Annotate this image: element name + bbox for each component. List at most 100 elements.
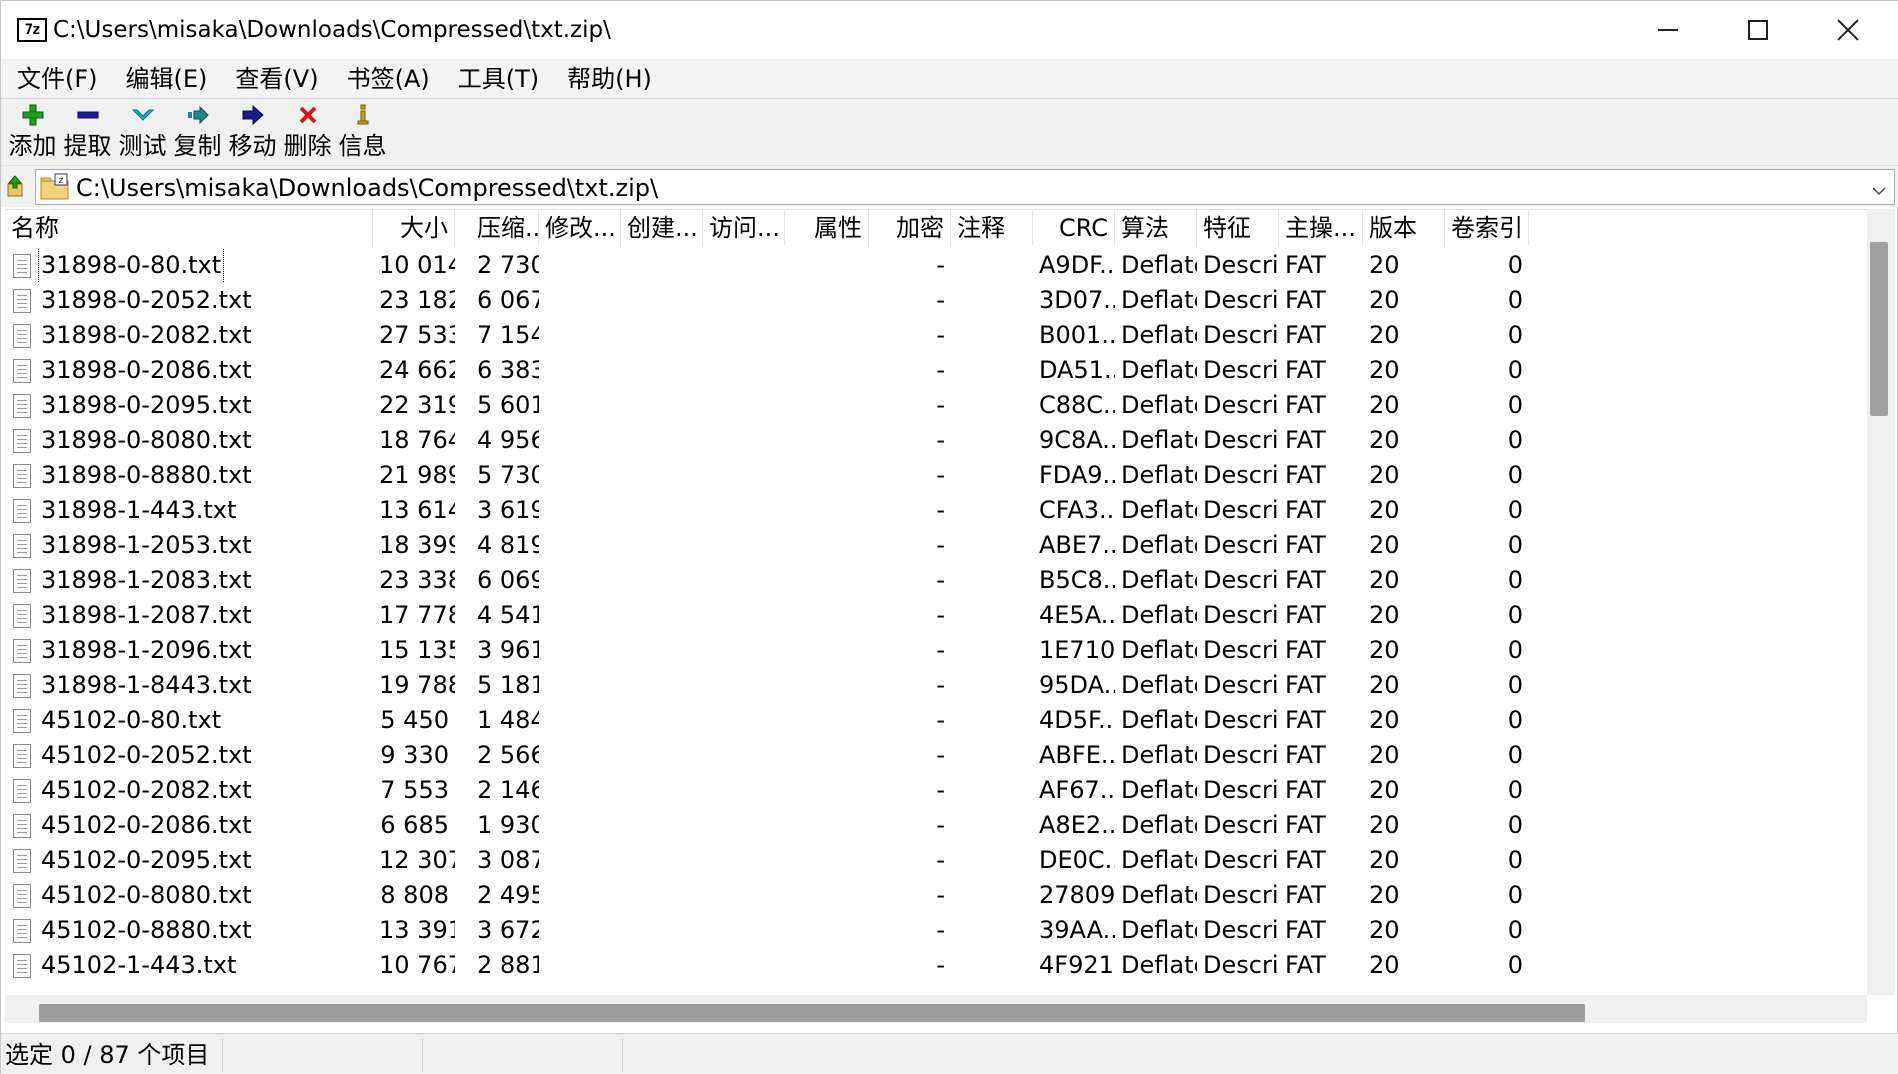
table-row[interactable]: 45102-0-8080.txt 8 808 2 495 - 27809...Defla… [5, 878, 1865, 913]
close-button[interactable] [1803, 1, 1893, 59]
minimize-button[interactable] [1623, 1, 1713, 59]
column-header-name[interactable]: 名称 [5, 210, 373, 246]
extract-button[interactable]: 提取 [60, 99, 115, 165]
table-row[interactable]: 45102-0-2086.txt 6 685 1 930 - A8E2...Deflat… [5, 808, 1865, 843]
menu-file[interactable]: 文件(F) [5, 61, 110, 97]
column-header-version[interactable]: 版本 [1363, 210, 1445, 246]
table-row[interactable]: 31898-0-2082.txt 27 533 7 154 - B001...Defla… [5, 318, 1865, 353]
table-row[interactable]: 31898-1-8443.txt 19 788 5 181 - 95DA...Defla… [5, 668, 1865, 703]
app-window: 7z C:\Users\misaka\Downloads\Compressed\… [0, 0, 1898, 1074]
cell-characteristics: Descri... [1203, 321, 1279, 349]
up-folder-button[interactable] [5, 174, 29, 202]
file-name: 45102-0-2086.txt [41, 811, 252, 839]
file-name: 31898-0-2052.txt [41, 286, 252, 314]
file-name-cell: 31898-1-8443.txt [5, 668, 373, 703]
menu-edit[interactable]: 编辑(E) [114, 61, 220, 97]
delete-button[interactable]: 删除 [280, 99, 335, 165]
column-header-modified[interactable]: 修改... [539, 210, 621, 246]
file-name: 45102-0-2052.txt [41, 741, 252, 769]
column-header-encrypted[interactable]: 加密 [869, 210, 951, 246]
info-button[interactable]: 信息 [335, 99, 390, 165]
cell-packed: 4 956 [477, 426, 539, 454]
column-header-created[interactable]: 创建... [621, 210, 703, 246]
file-name: 31898-0-80.txt [37, 248, 225, 283]
table-row[interactable]: 31898-0-2086.txt 24 662 6 383 - DA51...Defla… [5, 353, 1865, 388]
table-row[interactable]: 45102-0-2052.txt 9 330 2 566 - ABFE...Deflat… [5, 738, 1865, 773]
column-header-accessed[interactable]: 访问... [703, 210, 785, 246]
cell-characteristics: Descri... [1203, 671, 1279, 699]
title-bar[interactable]: 7z C:\Users\misaka\Downloads\Compressed\… [1, 1, 1898, 59]
cell-method: Deflate [1121, 496, 1197, 524]
table-row[interactable]: 31898-0-2052.txt 23 182 6 067 - 3D07...Defla… [5, 283, 1865, 318]
add-label: 添加 [8, 132, 57, 160]
address-field[interactable]: z C:\Users\misaka\Downloads\Compressed\t… [35, 169, 1895, 205]
menu-tools[interactable]: 工具(T) [446, 61, 551, 97]
cell-encrypted: - [936, 286, 945, 314]
table-row[interactable]: 31898-1-443.txt 13 614 3 619 - CFA3... Deflat… [5, 493, 1865, 528]
horizontal-scrollbar[interactable] [5, 995, 1867, 1023]
menu-view[interactable]: 查看(V) [223, 61, 330, 97]
cell-crc: 4D5F... [1039, 706, 1115, 734]
add-button[interactable]: 添加 [5, 99, 60, 165]
vertical-scroll-thumb[interactable] [1870, 242, 1888, 416]
file-name-cell: 31898-0-2095.txt [5, 388, 373, 423]
table-row[interactable]: 45102-0-2095.txt 12 307 3 087 - DE0C...Defla… [5, 843, 1865, 878]
move-button[interactable]: 移动 [225, 99, 280, 165]
cell-encrypted: - [936, 741, 945, 769]
table-row[interactable]: 45102-0-80.txt 5 450 1 484 - 4D5F...DeflateD… [5, 703, 1865, 738]
table-row[interactable]: 45102-1-443.txt 10 767 2 881 - 4F921...Defla… [5, 948, 1865, 983]
cell-method: Deflate [1121, 286, 1197, 314]
cell-volume-index: 0 [1507, 496, 1523, 524]
table-row[interactable]: 31898-1-2053.txt 18 399 4 819 - ABE7...Defla… [5, 528, 1865, 563]
copy-button[interactable]: 复制 [170, 99, 225, 165]
cell-encrypted: - [936, 811, 945, 839]
column-header-packed-size[interactable]: 压缩... [455, 210, 539, 246]
cell-packed: 2 495 [477, 881, 539, 909]
table-row[interactable]: 31898-1-2083.txt 23 338 6 069 - B5C8...Defla… [5, 563, 1865, 598]
cell-packed: 7 154 [477, 321, 539, 349]
maximize-button[interactable] [1713, 1, 1803, 59]
cell-size: 8 808 [380, 881, 449, 909]
menu-bookmarks[interactable]: 书签(A) [335, 61, 442, 97]
cell-host-os: FAT [1285, 776, 1326, 804]
file-name: 45102-0-2082.txt [41, 776, 252, 804]
cell-host-os: FAT [1285, 601, 1326, 629]
cell-method: Deflate [1121, 461, 1197, 489]
cell-version: 20 [1369, 566, 1400, 594]
table-row[interactable]: 45102-0-8880.txt 13 391 3 672 - 39AA...Defla… [5, 913, 1865, 948]
horizontal-scroll-thumb[interactable] [39, 1004, 1585, 1022]
chevron-down-icon[interactable] [1870, 178, 1888, 196]
toolbar: 添加 提取 测试 复制 移动 删除 信息 [1, 99, 1898, 165]
table-row[interactable]: 31898-0-8080.txt 18 764 4 956 - 9C8A...Defla… [5, 423, 1865, 458]
cell-volume-index: 0 [1507, 741, 1523, 769]
column-header-crc[interactable]: CRC [1033, 210, 1115, 246]
cell-host-os: FAT [1285, 741, 1326, 769]
table-row[interactable]: 31898-1-2087.txt 17 778 4 541 - 4E5A...Defla… [5, 598, 1865, 633]
text-file-icon [13, 323, 31, 348]
column-header-characteristics[interactable]: 特征 [1197, 210, 1279, 246]
table-row[interactable]: 31898-0-80.txt 10 014 2 730 - A9DF...Deflate… [5, 248, 1865, 283]
file-name-cell: 31898-1-2053.txt [5, 528, 373, 563]
table-row[interactable]: 45102-0-2082.txt 7 553 2 146 - AF67... Deflat… [5, 773, 1865, 808]
table-row[interactable]: 31898-1-2096.txt 15 135 3 961 - 1E710...Defl… [5, 633, 1865, 668]
vertical-scrollbar[interactable] [1867, 209, 1895, 995]
cell-packed: 5 181 [477, 671, 539, 699]
cell-volume-index: 0 [1507, 846, 1523, 874]
svg-text:z: z [59, 176, 64, 186]
column-header-host-os[interactable]: 主操... [1279, 210, 1363, 246]
cell-size: 10 767 [379, 951, 455, 979]
table-row[interactable]: 31898-0-8880.txt 21 989 5 730 - FDA9...Defla… [5, 458, 1865, 493]
cell-host-os: FAT [1285, 706, 1326, 734]
table-row[interactable]: 31898-0-2095.txt 22 319 5 601 - C88C...Defla… [5, 388, 1865, 423]
test-button[interactable]: 测试 [115, 99, 170, 165]
file-name: 31898-1-443.txt [41, 496, 237, 524]
menu-help[interactable]: 帮助(H) [555, 61, 664, 97]
column-header-volume-index[interactable]: 卷索引 [1445, 210, 1529, 246]
column-header-attributes[interactable]: 属性 [785, 210, 869, 246]
cell-encrypted: - [936, 706, 945, 734]
column-header-size[interactable]: 大小 [373, 210, 455, 246]
copy-label: 复制 [173, 132, 222, 160]
column-header-method[interactable]: 算法 [1115, 210, 1197, 246]
column-header-comment[interactable]: 注释 [951, 210, 1033, 246]
copy-icon [170, 103, 225, 127]
